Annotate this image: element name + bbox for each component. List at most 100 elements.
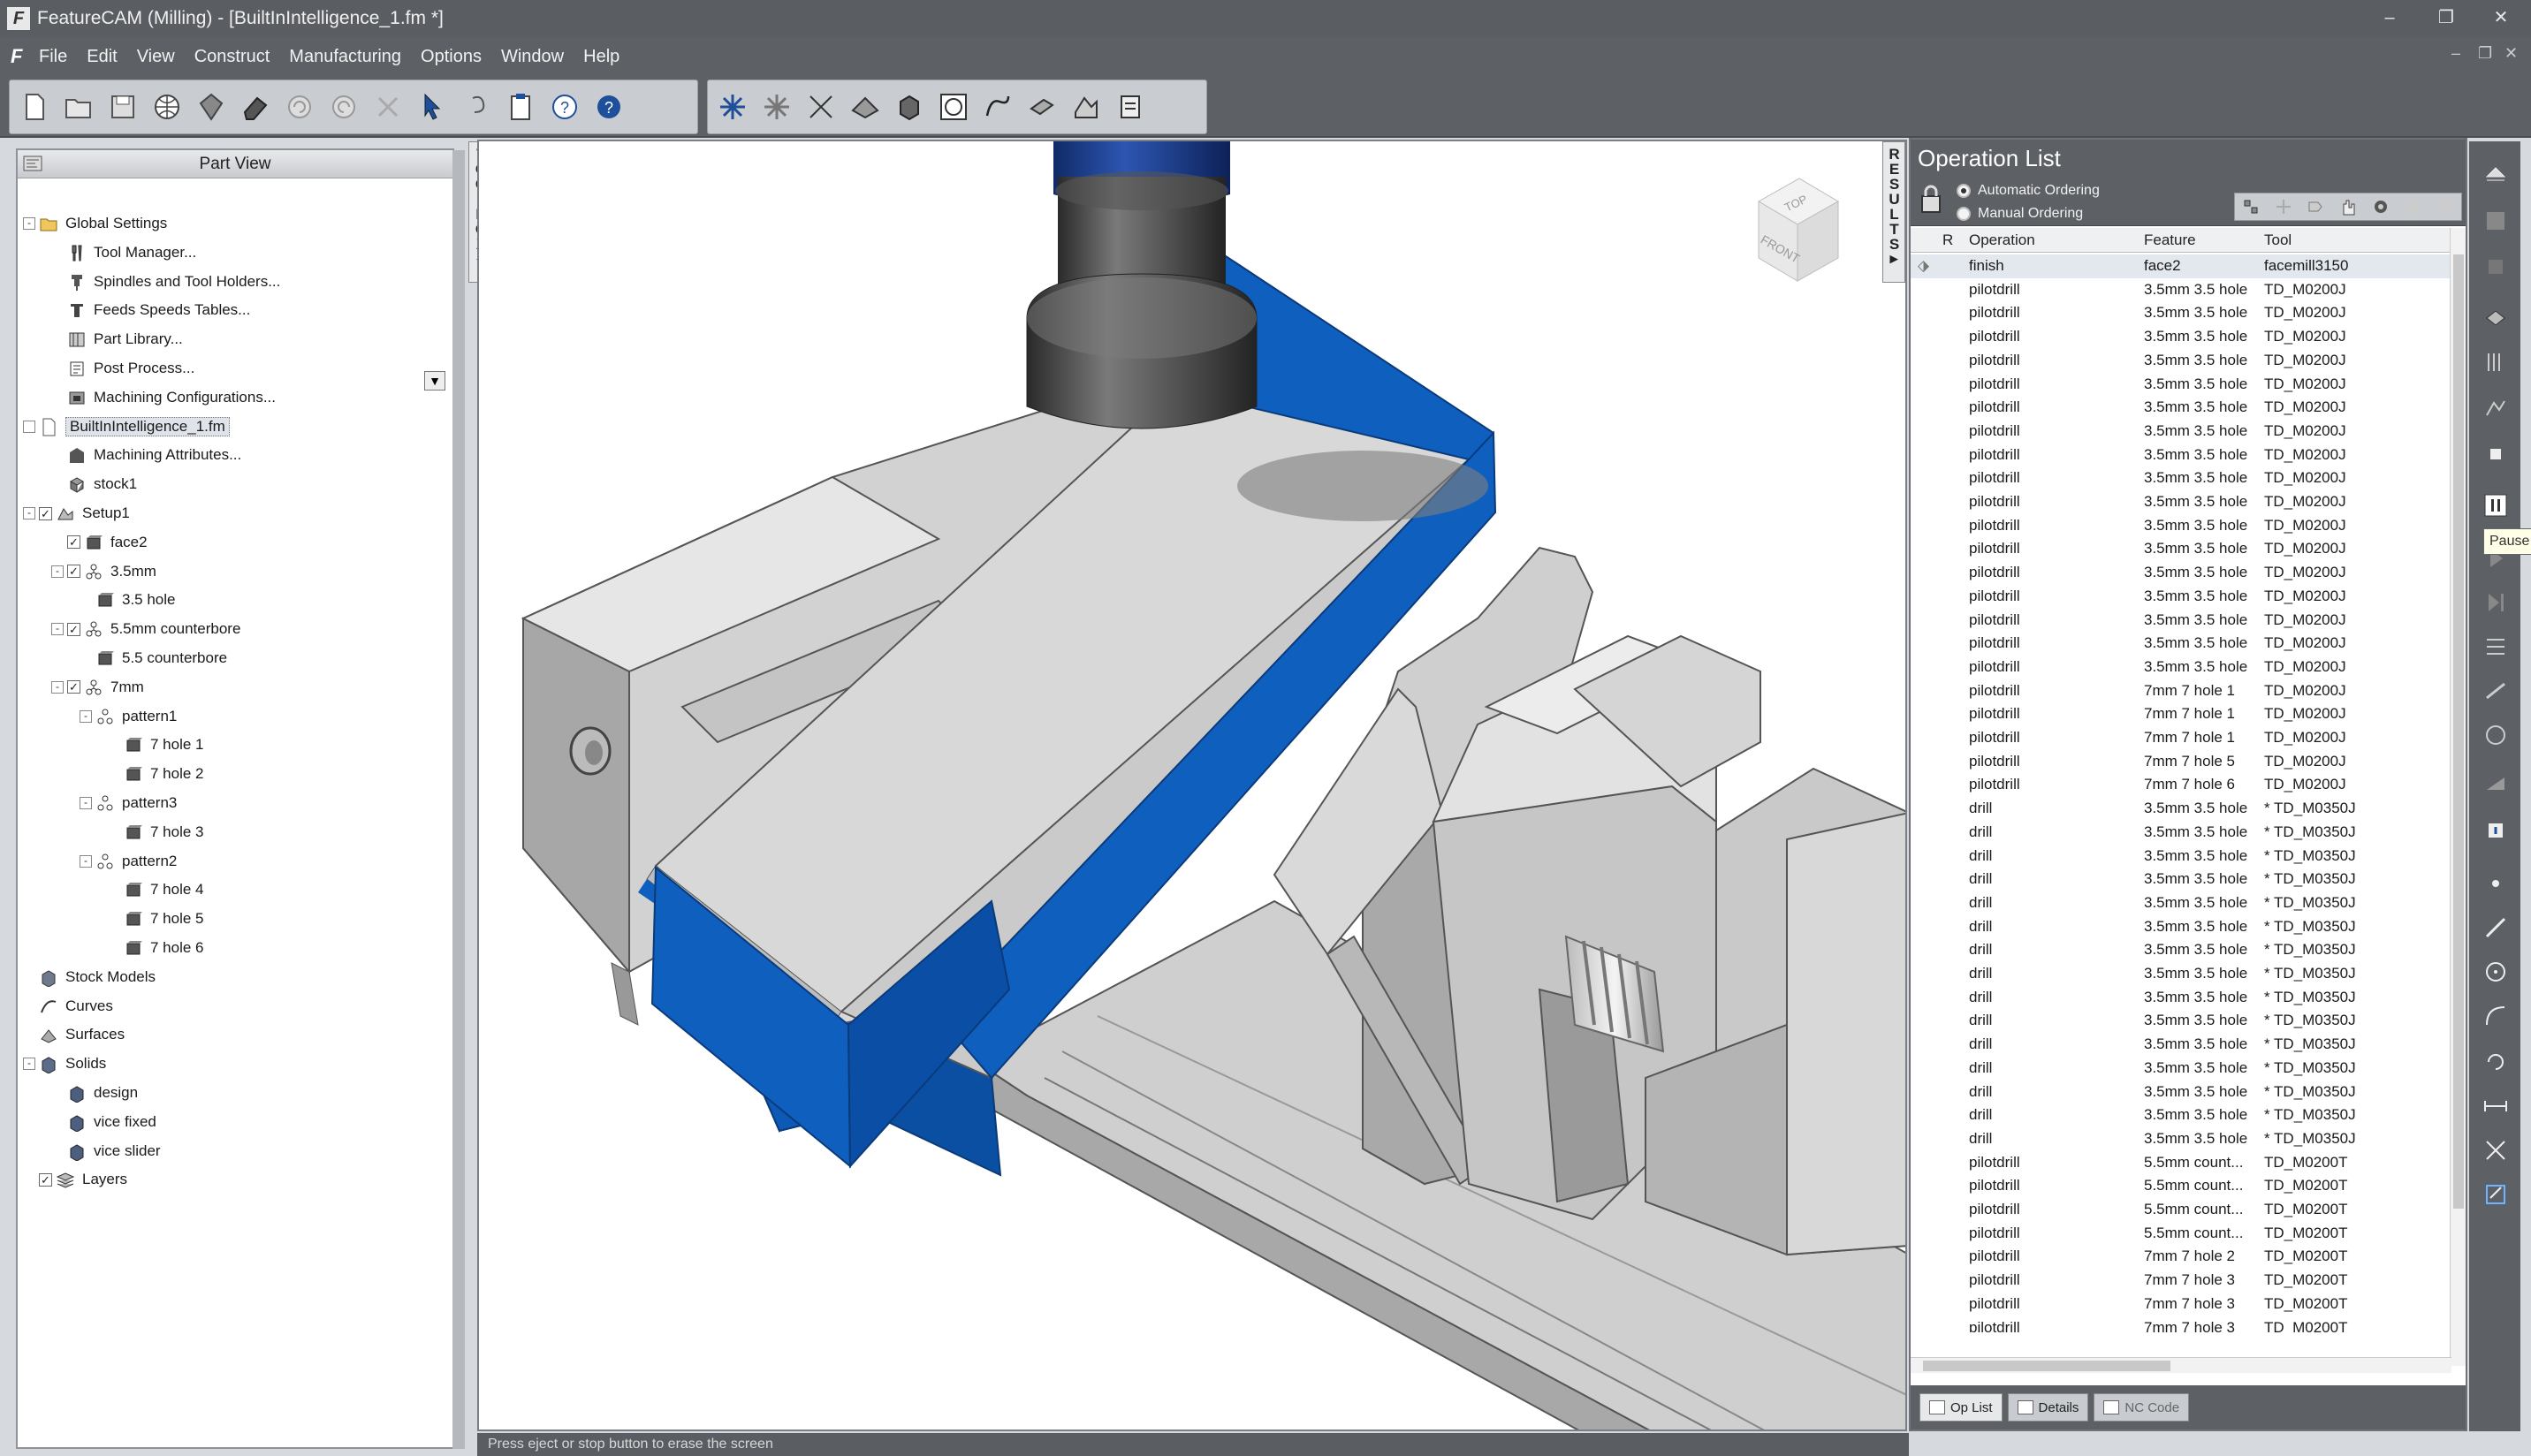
lock-icon[interactable] [1919,184,1942,214]
stop-icon[interactable] [2478,436,2513,472]
curve-icon[interactable] [803,89,839,125]
operation-row[interactable]: pilotdrill 3.5mm 3.5 hole TD_M0200J [1911,396,2451,420]
fast-forward-icon[interactable] [2478,629,2513,664]
operation-row[interactable]: pilotdrill 3.5mm 3.5 hole TD_M0200J [1911,632,2451,656]
eraser-icon[interactable] [238,89,273,125]
tree-item-5-5-counterbore[interactable]: 5.5 counterbore [80,645,227,671]
measure-icon[interactable] [2478,673,2513,709]
tree-item-7-hole-3[interactable]: 7 hole 3 [108,819,204,846]
document-menu-icon[interactable]: F [11,46,32,67]
tree-checkbox[interactable]: ✓ [67,535,80,550]
operation-row[interactable]: pilotdrill 7mm 7 hole 6 TD_M0200J [1911,773,2451,797]
operation-row[interactable]: pilotdrill 7mm 7 hole 1 TD_M0200J [1911,679,2451,703]
tab-details[interactable]: Details [2007,1393,2089,1422]
new-file-icon[interactable] [17,89,52,125]
operation-row[interactable]: pilotdrill 3.5mm 3.5 hole TD_M0200J [1911,514,2451,538]
rewind-icon[interactable] [2478,203,2513,239]
column-feature[interactable]: Feature [2144,231,2196,249]
tree-expander-icon[interactable]: - [23,1058,35,1071]
manual-ordering-radio[interactable]: Manual Ordering [1957,203,2083,224]
nc-code-icon[interactable] [1113,89,1148,125]
operation-row[interactable]: pilotdrill 3.5mm 3.5 hole TD_M0200J [1911,325,2451,349]
select-arrow-icon[interactable] [414,89,450,125]
tree-item-pattern3[interactable]: - pattern3 [80,790,177,816]
operation-row[interactable]: pilotdrill 3.5mm 3.5 hole TD_M0200J [1911,373,2451,397]
operation-row[interactable]: drill 3.5mm 3.5 hole * TD_M0350J [1911,962,2451,986]
tree-item-3-5-hole[interactable]: 3.5 hole [80,587,176,613]
restore-button[interactable]: ❐ [2420,0,2473,37]
operation-row[interactable]: pilotdrill 5.5mm count... TD_M0200T [1911,1151,2451,1175]
simulation-icon[interactable] [936,89,971,125]
operation-row[interactable]: pilotdrill 3.5mm 3.5 hole TD_M0200J [1911,444,2451,467]
line-icon[interactable] [2478,910,2513,945]
undo-icon[interactable] [282,89,317,125]
chevron-down-icon[interactable]: ▼ [424,371,445,391]
simulation-3d-icon[interactable] [2478,300,2513,336]
info-icon[interactable] [2478,813,2513,848]
tree-item-layers[interactable]: ✓ Layers [23,1166,127,1193]
lasso-icon[interactable] [459,89,494,125]
automatic-ordering-radio[interactable]: Automatic Ordering [1957,180,2100,201]
operation-row[interactable]: pilotdrill 7mm 7 hole 3 TD_M0200T [1911,1269,2451,1293]
tree-checkbox[interactable]: ✓ [39,1172,52,1187]
tab-nc-code[interactable]: NC Code [2094,1393,2190,1422]
arc-icon[interactable] [2478,998,2513,1034]
tree-item-post-process[interactable]: Post Process... [51,355,194,382]
tree-item-7-hole-2[interactable]: 7 hole 2 [108,761,204,787]
operation-row[interactable]: pilotdrill 3.5mm 3.5 hole TD_M0200J [1911,609,2451,633]
operation-row[interactable]: pilotdrill 5.5mm count... TD_M0200T [1911,1198,2451,1222]
lock-op-icon[interactable] [2401,197,2424,216]
rotate-icon[interactable] [2478,1044,2513,1080]
clipboard-icon[interactable] [503,89,538,125]
tree-item-pattern1[interactable]: - pattern1 [80,703,177,730]
tree-item-pattern2[interactable]: - pattern2 [80,848,177,875]
operation-row[interactable]: pilotdrill 3.5mm 3.5 hole TD_M0200J [1911,537,2451,561]
tree-item-face2[interactable]: ✓ face2 [51,529,148,556]
tree-item-part-library[interactable]: Part Library... [51,326,183,353]
operation-row[interactable]: pilotdrill 7mm 7 hole 5 TD_M0200J [1911,750,2451,774]
feature-wizard-icon[interactable] [759,89,794,125]
operation-row[interactable]: pilotdrill 7mm 7 hole 1 TD_M0200J [1911,726,2451,750]
menu-options[interactable]: Options [421,47,482,67]
menu-construct[interactable]: Construct [194,47,270,67]
surface-icon[interactable] [847,89,883,125]
view-cube[interactable]: TOP FRONT [1758,178,1839,282]
tree-checkbox[interactable]: ✓ [67,622,80,636]
step-forward-icon[interactable] [2478,585,2513,620]
toolpath-icon[interactable] [980,89,1015,125]
operation-row[interactable]: drill 3.5mm 3.5 hole * TD_M0350J [1911,821,2451,845]
tree-item-7-hole-5[interactable]: 7 hole 5 [108,906,204,932]
operation-row[interactable]: drill 3.5mm 3.5 hole * TD_M0350J [1911,1057,2451,1081]
sort-icon[interactable] [2239,197,2262,216]
whats-this-icon[interactable]: ? [547,89,582,125]
operation-vertical-scrollbar[interactable] [2450,228,2466,1366]
tree-expander-icon[interactable]: - [23,507,35,519]
operation-row[interactable]: drill 3.5mm 3.5 hole * TD_M0350J [1911,986,2451,1010]
unlock-op-icon[interactable] [2434,197,2457,216]
vertical-scroll-thumb[interactable] [2453,254,2464,1209]
dimension-icon[interactable] [2478,717,2513,753]
operation-row[interactable]: pilotdrill 7mm 7 hole 2 TD_M0200T [1911,1245,2451,1269]
tree-expander-icon[interactable] [23,420,35,433]
tree-expander-icon[interactable]: - [51,680,64,694]
tree-item-feeds-speeds-tables[interactable]: Feeds Speeds Tables... [51,297,250,323]
operation-row[interactable]: drill 3.5mm 3.5 hole * TD_M0350J [1911,845,2451,868]
operation-row[interactable]: drill 3.5mm 3.5 hole * TD_M0350J [1911,891,2451,915]
menu-view[interactable]: View [137,47,175,67]
column-r[interactable]: R [1942,231,1953,249]
operation-row[interactable]: pilotdrill 3.5mm 3.5 hole TD_M0200J [1911,656,2451,679]
operation-row[interactable]: pilotdrill 3.5mm 3.5 hole TD_M0200J [1911,278,2451,302]
slope-icon[interactable] [2478,765,2513,800]
tree-item-machining-configurations[interactable]: Machining Configurations... [51,384,276,411]
tree-item-vice-slider[interactable]: vice slider [51,1138,161,1164]
operation-row[interactable]: drill 3.5mm 3.5 hole * TD_M0350J [1911,915,2451,939]
operation-row[interactable]: drill 3.5mm 3.5 hole * TD_M0350J [1911,1081,2451,1104]
pause-icon[interactable] [2478,488,2513,523]
tree-checkbox[interactable]: ✓ [39,506,52,520]
wizard-icon[interactable] [715,89,750,125]
tree-item-7-hole-6[interactable]: 7 hole 6 [108,935,204,961]
tree-item-setup1[interactable]: - ✓ Setup1 [23,500,130,527]
menu-window[interactable]: Window [501,47,564,67]
operation-row[interactable]: pilotdrill 3.5mm 3.5 hole TD_M0200J [1911,585,2451,609]
operation-row[interactable]: drill 3.5mm 3.5 hole * TD_M0350J [1911,1033,2451,1057]
